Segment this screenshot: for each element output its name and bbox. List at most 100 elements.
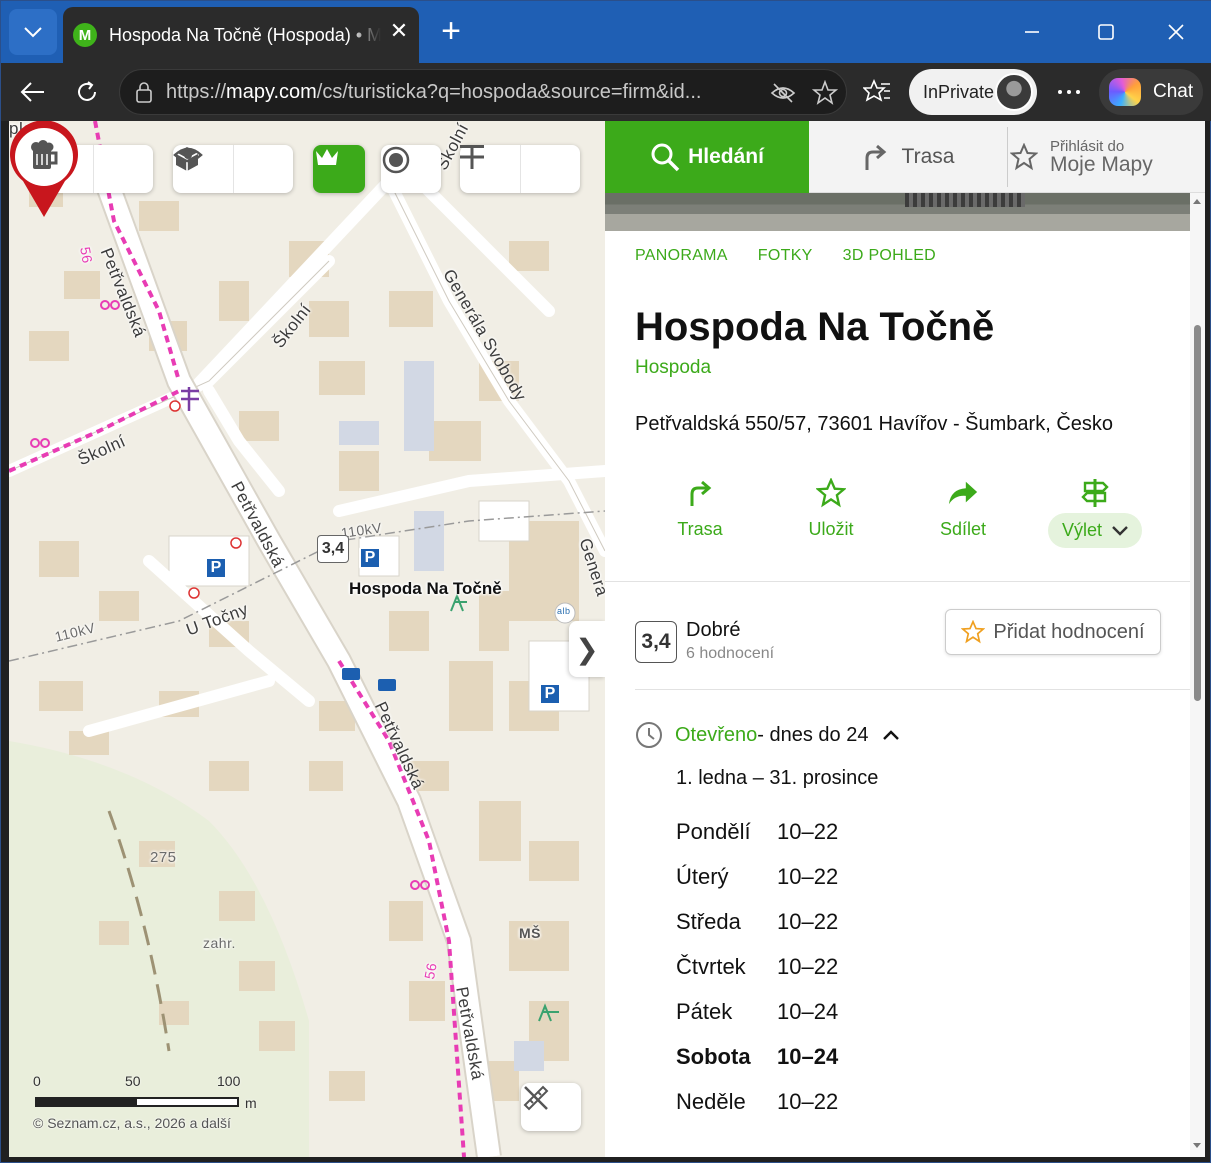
arrow-left-icon [20, 82, 44, 102]
photos-link[interactable]: FOTKY [758, 247, 813, 265]
poi-marker-label[interactable]: Hospoda Na Točně [349, 579, 502, 599]
locate-group [381, 145, 441, 193]
more-menu-button[interactable] [1049, 72, 1089, 112]
back-button[interactable] [13, 72, 53, 112]
tab-route-label: Trasa [901, 145, 955, 168]
elevation-label: 275 [150, 849, 177, 866]
panorama-link[interactable]: PANORAMA [635, 247, 728, 265]
eye-icon [173, 147, 203, 163]
star-outline-icon [1010, 143, 1038, 171]
save-action-label: Uložit [808, 519, 854, 539]
add-review-button[interactable]: Přidat hodnocení [945, 609, 1161, 655]
close-icon [1168, 24, 1184, 40]
save-action-button[interactable]: Uložit [781, 477, 881, 557]
address-bar[interactable]: https://mapy.com/cs/turisticka?q=hospoda… [119, 69, 847, 115]
tab-actions-button[interactable] [9, 9, 57, 55]
mapy-favicon-icon: M [73, 23, 97, 47]
scroll-up-arrow[interactable] [1193, 199, 1201, 204]
tab-route[interactable]: Trasa [809, 121, 1007, 193]
panorama-view-button[interactable] [173, 145, 293, 193]
poi-address: Petřvaldská 550/57, 73601 Havířov - Šumb… [635, 413, 1114, 435]
more-dots-icon [1058, 90, 1080, 94]
map-canvas[interactable]: Petřvaldská Petřvaldská Petřvaldská Petř… [9, 121, 605, 1157]
scale-fifty: 50 [125, 1073, 141, 1089]
premium-button[interactable] [313, 145, 365, 193]
scale-zero: 0 [33, 1073, 41, 1089]
3d-view-link[interactable]: 3D POHLED [843, 247, 936, 265]
close-window-button[interactable] [1151, 9, 1201, 55]
crown-icon [316, 149, 338, 165]
map-view-group [173, 145, 293, 193]
copilot-chat-button[interactable]: Chat [1099, 69, 1203, 115]
inprivate-label: InPrivate [923, 81, 995, 102]
hours-row: Pondělí 10–22 [676, 819, 839, 844]
page-title: Hospoda Na Točně [635, 305, 995, 349]
opening-hours-table: Pondělí 10–22 Úterý 10–22 Středa 10–22 Čtvr… [676, 819, 976, 1134]
browser-window: M Hospoda Na Točně (Hospoda) • Mapy.com … [0, 0, 1211, 1163]
share-arrow-icon [948, 481, 978, 505]
route-action-label: Trasa [677, 519, 723, 539]
parking-icon[interactable]: P [205, 557, 227, 579]
trip-action-button[interactable]: Výlet [1045, 477, 1145, 557]
garden-label: zahr. [203, 935, 236, 951]
hours-row-today: Sobota 10–24 [676, 1044, 839, 1069]
page-content: Petřvaldská Petřvaldská Petřvaldská Petř… [9, 121, 1205, 1157]
tab-close-icon[interactable]: ✕ [389, 20, 409, 42]
route-action-button[interactable]: Trasa [650, 477, 750, 557]
ruler-pencil-icon [523, 1085, 549, 1111]
opening-hours-toggle[interactable]: Otevřeno - dnes do 24 [635, 721, 900, 749]
measure-button[interactable] [521, 1083, 581, 1131]
new-tab-button[interactable]: + [431, 13, 471, 53]
section-divider [635, 689, 1190, 690]
copilot-icon [1109, 78, 1141, 106]
clock-icon [636, 722, 662, 748]
favorites-list-icon [863, 79, 890, 102]
map-copyright[interactable]: © Seznam.cz, a.s., 2026 a další [33, 1115, 231, 1131]
tracking-prevention-icon[interactable] [770, 81, 796, 105]
hours-row: Pátek 10–24 [676, 999, 839, 1024]
poi-category-link[interactable]: Hospoda [635, 357, 711, 379]
hours-row: Středa 10–22 [676, 909, 839, 934]
maximize-button[interactable] [1081, 9, 1131, 55]
parking-icon[interactable]: P [359, 547, 381, 569]
chevron-up-icon [883, 730, 900, 740]
share-action-label: Sdílet [939, 519, 987, 539]
active-tab[interactable]: M Hospoda Na Točně (Hospoda) • Mapy.com … [63, 7, 419, 63]
refresh-button[interactable] [67, 72, 107, 112]
panel-scrollbar[interactable] [1190, 193, 1205, 1157]
rating-count[interactable]: 6 hodnocení [686, 645, 774, 663]
site-info-icon[interactable] [134, 82, 154, 104]
share-action-button[interactable]: Sdílet [913, 477, 1013, 557]
scrollbar-thumb[interactable] [1194, 325, 1201, 701]
tab-login[interactable]: Přihlásit do Moje Mapy [1008, 121, 1198, 193]
albert-label: alb [557, 606, 571, 616]
collapse-panel-button[interactable]: ❯ [569, 621, 605, 677]
url-text[interactable]: https://mapy.com/cs/turisticka?q=hospoda… [166, 81, 756, 104]
open-today-text: - dnes do 24 [757, 723, 869, 746]
media-links: PANORAMA FOTKY 3D POHLED [635, 247, 936, 265]
scroll-down-arrow[interactable] [1193, 1143, 1201, 1148]
cycle-route-label: 56 [77, 245, 96, 265]
map-base-layer [9, 121, 605, 1157]
zoom-in-button[interactable] [460, 145, 580, 193]
open-status: Otevřeno [675, 723, 758, 746]
inprivate-button[interactable]: InPrivate [909, 69, 1037, 115]
panel-tabs: Hledání Trasa Přihlásit do Moje Mapy [605, 121, 1205, 193]
cycle-route-label: 56 [421, 961, 440, 981]
rating-word: Dobré [686, 619, 741, 641]
parking-icon[interactable]: P [539, 683, 561, 705]
crown-button[interactable] [313, 145, 365, 193]
photo-preview[interactable] [605, 193, 1190, 231]
poi-marker[interactable] [9, 121, 79, 219]
favorite-star-icon[interactable] [812, 80, 838, 106]
tab-search[interactable]: Hledání [605, 121, 809, 193]
route-arrow-icon [690, 480, 712, 506]
search-icon [651, 143, 680, 172]
aerial-button[interactable] [36, 145, 153, 193]
favorites-button[interactable] [857, 72, 897, 112]
minimize-icon [1025, 31, 1039, 33]
locate-me-button[interactable] [381, 145, 441, 193]
minimize-button[interactable] [1007, 9, 1057, 55]
profile-avatar [995, 73, 1033, 111]
browser-toolbar: https://mapy.com/cs/turisticka?q=hospoda… [1, 63, 1211, 121]
